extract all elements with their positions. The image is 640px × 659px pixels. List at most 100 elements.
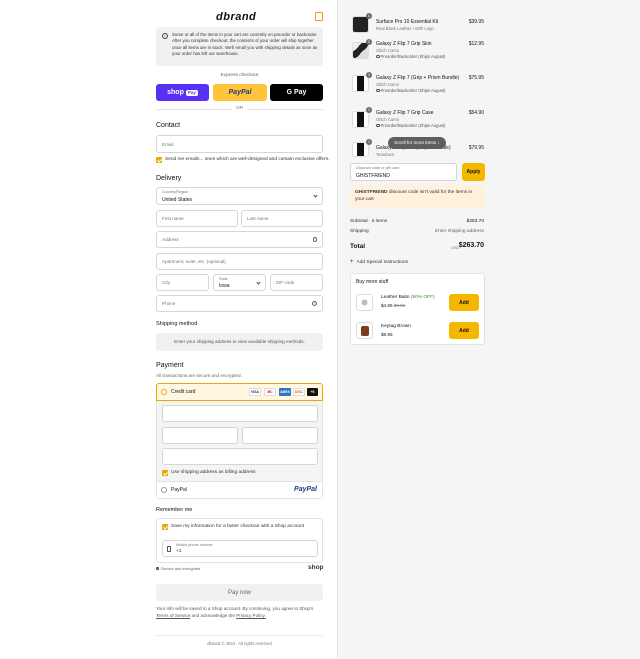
upsell-name: Keytag Brown xyxy=(381,324,411,329)
upsell-thumbnail xyxy=(356,322,373,339)
mastercard-icon: MC xyxy=(264,388,276,396)
item-preorder-note: Preorder/Backorder (Ships August) xyxy=(376,88,445,93)
special-instructions-toggle[interactable]: + Add Special Instructions xyxy=(350,259,408,265)
state-select[interactable]: State Iowa xyxy=(213,274,266,291)
item-price: $79.95 xyxy=(468,145,484,151)
mobile-label: Mobile phone number xyxy=(176,543,213,547)
discount-label: Discount code or gift card xyxy=(356,166,400,170)
phone-field[interactable]: Phone ? xyxy=(156,295,323,312)
remember-me-box: Save my information for a faster checkou… xyxy=(156,518,323,563)
shipping-method-message: Enter your shipping address to view avai… xyxy=(174,339,305,344)
subtotal-value: $263.70 xyxy=(466,219,484,224)
paypal-option[interactable]: PayPal PayPal xyxy=(156,481,323,499)
country-select[interactable]: Country/Region United States xyxy=(156,187,323,205)
credit-card-option[interactable]: Credit card VISA MC AMEX DISC +5 xyxy=(156,383,323,401)
or-label: OR xyxy=(232,106,248,111)
phone-icon xyxy=(167,546,171,552)
upsell-price: $9.95 xyxy=(381,332,393,337)
legal-and: and acknowledge the xyxy=(191,612,235,618)
first-name-placeholder: First name xyxy=(162,216,184,221)
item-thumbnail xyxy=(352,111,369,128)
upsell-add-button[interactable]: Add xyxy=(449,294,479,311)
item-preorder-note: Preorder/Backorder (Ships August) xyxy=(376,54,445,59)
privacy-link[interactable]: Privacy Policy. xyxy=(236,613,266,618)
mobile-value: +1 xyxy=(176,549,182,554)
card-number-field[interactable] xyxy=(162,405,318,422)
item-preorder-text: Preorder/Backorder (Ships August) xyxy=(380,123,446,128)
upsell-discount: (50% OFF) xyxy=(410,295,435,300)
expiration-field[interactable] xyxy=(162,427,238,444)
city-placeholder: City xyxy=(162,280,170,285)
item-qty-badge: 1 xyxy=(366,39,372,45)
security-code-field[interactable] xyxy=(242,427,318,444)
search-icon xyxy=(312,237,317,242)
city-field[interactable]: City xyxy=(156,274,209,291)
address-field[interactable]: Address xyxy=(156,231,323,248)
lock-icon xyxy=(156,567,159,570)
plus-icon: + xyxy=(350,259,354,265)
scroll-more-label: Scroll for more items xyxy=(394,140,437,145)
discount-value: GHISTFRIEND xyxy=(356,173,390,179)
email-field[interactable]: Email xyxy=(156,135,323,153)
payment-subtitle: All transactions are secure and encrypte… xyxy=(156,373,242,378)
paypal-option-label: PayPal xyxy=(171,487,187,493)
radio-selected[interactable] xyxy=(161,389,167,395)
save-info-checkbox[interactable] xyxy=(162,524,168,530)
footer-divider xyxy=(156,635,323,636)
radio-unselected[interactable] xyxy=(161,487,167,493)
address-placeholder: Address xyxy=(162,237,179,242)
scroll-more-pill[interactable]: Scroll for more items ↓ xyxy=(388,137,446,149)
upsell-add-button[interactable]: Add xyxy=(449,322,479,339)
upsell-old-price: $9.95 xyxy=(393,303,406,308)
clock-icon xyxy=(376,54,380,58)
apartment-field[interactable]: Apartment, suite, etc. (optional) xyxy=(156,253,323,270)
zip-field[interactable]: ZIP code xyxy=(270,274,323,291)
billing-same-checkbox[interactable] xyxy=(162,470,168,476)
apply-label: Apply xyxy=(466,169,481,175)
shipping-method-heading: Shipping method xyxy=(156,321,198,327)
newsletter-checkbox[interactable] xyxy=(156,157,162,163)
item-name: Galaxy Z Flip 7 (Grip + Prism Bundle) xyxy=(376,75,460,81)
shop-pay-label: shop xyxy=(167,89,184,96)
apartment-placeholder: Apartment, suite, etc. (optional) xyxy=(162,259,226,264)
legal-text: Your info will be saved to a Shop accoun… xyxy=(156,606,323,619)
paypal-logo: PayPal xyxy=(294,486,317,493)
item-name: Galaxy Z Flip 7 Grip Case xyxy=(376,110,434,116)
item-price: $39.95 xyxy=(468,19,484,25)
paypal-button[interactable]: PayPal xyxy=(213,84,267,101)
arrow-down-icon: ↓ xyxy=(437,140,440,145)
express-checkout-label: Express checkout xyxy=(220,73,259,78)
shop-logo: shop xyxy=(308,564,324,571)
discount-error: GHISTFRIEND discount code isn't valid fo… xyxy=(350,185,485,209)
shipping-method-box: Enter your shipping address to view avai… xyxy=(156,333,323,351)
bag-icon[interactable] xyxy=(315,12,323,21)
special-instructions-label: Add Special Instructions xyxy=(356,260,408,265)
credit-card-label: Credit card xyxy=(171,389,196,395)
discount-code-field[interactable]: Discount code or gift card GHISTFRIEND xyxy=(350,163,457,181)
save-info-label: Save my information for a faster checkou… xyxy=(171,524,305,529)
pay-now-button[interactable]: Pay now xyxy=(156,584,323,601)
brand-logo[interactable]: dbrand xyxy=(216,11,256,23)
apply-discount-button[interactable]: Apply xyxy=(462,163,485,181)
chevron-down-icon xyxy=(256,280,261,285)
state-value: Iowa xyxy=(219,283,230,289)
google-pay-label: G Pay xyxy=(286,89,307,96)
item-variant: Real Black Leather / With Logo xyxy=(376,26,434,31)
mobile-phone-field[interactable]: Mobile phone number +1 xyxy=(162,540,318,557)
remember-me-heading: Remember me xyxy=(156,507,193,513)
order-summary-column: 1 Surface Pro 10 Essential Kit Real Blac… xyxy=(337,0,640,659)
name-on-card-field[interactable] xyxy=(162,448,318,465)
item-qty-badge: 1 xyxy=(366,139,372,145)
item-name: Surface Pro 10 Essential Kit xyxy=(376,19,439,25)
upsell-price: $4.95 $9.95 xyxy=(381,303,405,308)
discount-error-code: GHISTFRIEND xyxy=(355,190,388,195)
discover-icon: DISC xyxy=(293,388,305,396)
last-name-field[interactable]: Last name xyxy=(241,210,323,227)
google-pay-button[interactable]: G Pay xyxy=(270,84,323,101)
first-name-field[interactable]: First name xyxy=(156,210,238,227)
help-icon[interactable]: ? xyxy=(312,301,317,306)
terms-link[interactable]: Terms of Service xyxy=(156,613,190,618)
shop-pay-button[interactable]: shop Pay xyxy=(156,84,209,101)
item-preorder-text: Preorder/Backorder (Ships August) xyxy=(380,88,446,93)
item-preorder-text: Preorder/Backorder (Ships August) xyxy=(380,54,446,59)
